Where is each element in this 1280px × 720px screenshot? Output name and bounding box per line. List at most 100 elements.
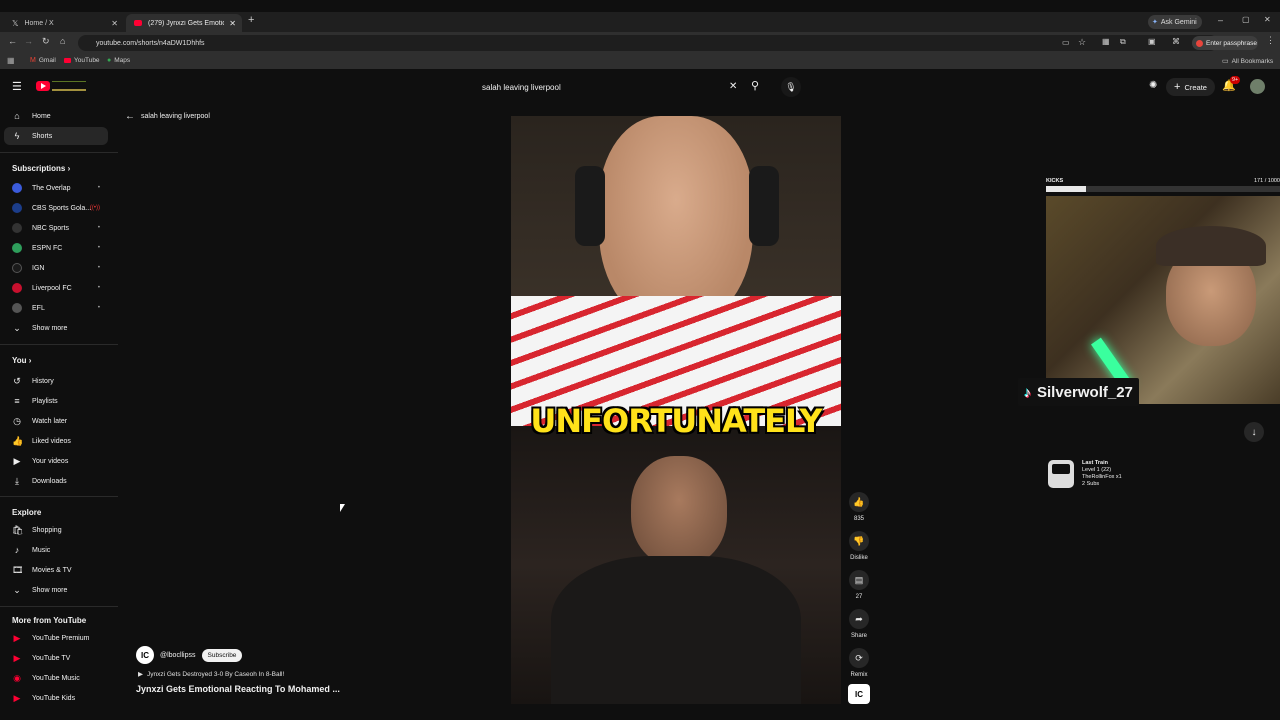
stream-overlay: KICKS 171 / 1000 — [1046, 178, 1280, 404]
related-video-link[interactable]: ▶ Jynxzi Gets Destroyed 3-0 By Caseoh In… — [138, 670, 284, 679]
create-button[interactable]: + Create — [1166, 78, 1215, 96]
home-browser-icon[interactable]: ⌂ — [60, 36, 65, 46]
divider — [0, 344, 118, 345]
gmail-icon: M — [30, 57, 36, 64]
browser-tab-x[interactable]: 𝕏 Home / X ✕ — [4, 14, 124, 32]
dislike-button[interactable]: 👎 Dislike — [848, 531, 870, 561]
close-tab-icon[interactable]: ✕ — [111, 19, 118, 28]
forward-icon[interactable]: → — [24, 36, 33, 46]
reload-icon[interactable]: ↻ — [42, 36, 50, 47]
share-button[interactable]: ➦ Share — [848, 609, 870, 639]
divider — [0, 606, 118, 607]
sidebar-item-label: NBC Sports — [32, 224, 69, 232]
sidebar-item-home[interactable]: ⌂ Home — [4, 107, 108, 125]
like-button[interactable]: 👍 835 — [848, 492, 870, 522]
remix-button[interactable]: ⟳ Remix — [848, 648, 870, 678]
close-window-button[interactable]: ✕ — [1264, 15, 1271, 24]
subscriptions-heading[interactable]: Subscriptions › — [12, 164, 70, 173]
profile-icon — [1196, 39, 1203, 47]
extension-icon[interactable]: ▦ — [1102, 37, 1110, 46]
sidebar-item-watch-later[interactable]: ◷ Watch later — [4, 412, 108, 430]
bookmark-star-icon[interactable]: ☆ — [1078, 37, 1086, 48]
bookmark-gmail[interactable]: M Gmail — [30, 57, 56, 64]
channel-avatar[interactable]: IC — [136, 646, 154, 664]
home-icon: ⌂ — [14, 111, 20, 121]
sound-channel-thumbnail[interactable]: IC — [848, 684, 870, 704]
browser-tab-youtube[interactable]: (279) Jynxzi Gets Emotional ✕ — [126, 14, 242, 32]
maximize-button[interactable]: ▢ — [1242, 15, 1250, 24]
yt-header: ☰ salah leaving liverpool ✕ ⚲ 🎙 ✺ + Crea… — [0, 72, 1280, 102]
sidebar-item-ytkids[interactable]: ▶ YouTube Kids — [4, 689, 108, 707]
breadcrumb[interactable]: ← salah leaving liverpool — [125, 111, 210, 122]
subscribe-button[interactable]: Subscribe — [201, 648, 243, 662]
channel-name[interactable]: @lbocllipss — [160, 652, 196, 659]
sidebar-item-channel[interactable]: ESPN FC • — [4, 239, 108, 257]
new-content-dot: • — [97, 185, 100, 191]
sidebar-item-premium[interactable]: ▶ YouTube Premium — [4, 629, 108, 647]
sidebar-item-downloads[interactable]: ⤓ Downloads — [4, 472, 108, 490]
sidebar-item-movies[interactable]: 🎞 Movies & TV — [4, 561, 108, 579]
minimize-button[interactable]: – — [1218, 15, 1223, 25]
plus-icon: + — [1174, 81, 1181, 93]
headphones-left — [575, 166, 605, 246]
browser-menu-icon[interactable]: ⋮ — [1266, 35, 1275, 46]
sidebar-item-channel[interactable]: EFL • — [4, 299, 108, 317]
history-icon: ↺ — [13, 375, 21, 386]
translate-icon[interactable]: ⌘ — [1172, 37, 1180, 46]
sidebar-item-history[interactable]: ↺ History — [4, 372, 108, 390]
all-bookmarks[interactable]: ▭ All Bookmarks — [1222, 57, 1274, 66]
short-video-player[interactable]: UNFORTUNATELY — [511, 116, 841, 704]
ask-gemini-button[interactable]: ✦ Ask Gemini — [1148, 15, 1202, 29]
back-icon[interactable]: ← — [8, 36, 17, 46]
show-more-button[interactable]: ⌄ Show more — [4, 581, 108, 599]
gear-ai-icon[interactable]: ✺ — [1149, 80, 1157, 91]
show-more-button[interactable]: ⌄ Show more — [4, 319, 108, 337]
film-icon: 🎞 — [12, 564, 24, 575]
sidebar-item-ytmusic[interactable]: ◉ YouTube Music — [4, 669, 108, 687]
next-short-button[interactable]: ↓ — [1244, 422, 1264, 442]
sidebar-item-label: Movies & TV — [32, 566, 72, 574]
sidebar-item-liked[interactable]: 👍 Liked videos — [4, 432, 108, 450]
search-icon[interactable]: ⚲ — [751, 79, 759, 92]
sidepanel-icon[interactable]: ▣ — [1148, 37, 1156, 46]
puzzle-icon[interactable]: ⧉ — [1120, 37, 1126, 47]
cast-icon[interactable]: ▭ — [1062, 38, 1070, 47]
bookmark-label: All Bookmarks — [1231, 57, 1274, 65]
sidebar-item-yttv[interactable]: ▶ YouTube TV — [4, 649, 108, 667]
you-heading[interactable]: You › — [12, 356, 31, 365]
sidebar-item-label: CBS Sports Gola... — [32, 204, 92, 212]
avatar[interactable] — [1250, 79, 1265, 94]
hamburger-menu-icon[interactable]: ☰ — [12, 80, 22, 93]
clear-search-icon[interactable]: ✕ — [729, 81, 737, 92]
youtube-logo[interactable] — [36, 81, 86, 91]
sidebar-item-channel[interactable]: The Overlap • — [4, 179, 108, 197]
sidebar-item-music[interactable]: ♪ Music — [4, 541, 108, 559]
comments-button[interactable]: ▤ 27 — [848, 570, 870, 600]
tiktok-username-tag: ♪ Silverwolf_27 — [1018, 378, 1139, 406]
sidebar-item-shorts[interactable]: ϟ Shorts — [4, 127, 108, 145]
mouse-cursor — [340, 504, 345, 512]
channel-row: IC @lbocllipss Subscribe — [136, 646, 243, 664]
passphrase-button[interactable]: Enter passphrase — [1192, 36, 1258, 50]
new-tab-button[interactable]: + — [248, 14, 254, 26]
youtube-tv-icon: ▶ — [13, 652, 21, 663]
cam-cap — [1156, 226, 1266, 266]
sidebar-item-your-videos[interactable]: ▶ Your videos — [4, 452, 108, 470]
stream-info-widget: Last Train Level 1 (22) TheRollinFox x1 … — [1048, 460, 1122, 488]
voice-search-icon[interactable]: 🎙 — [781, 77, 801, 97]
apps-grid-icon[interactable]: ▦ — [7, 56, 15, 65]
short-title[interactable]: Jynxzi Gets Emotional Reacting To Mohame… — [136, 684, 340, 694]
bookmark-youtube[interactable]: YouTube — [64, 57, 100, 64]
close-tab-icon[interactable]: ✕ — [229, 19, 236, 28]
sidebar-item-playlists[interactable]: ≡ Playlists — [4, 392, 108, 410]
channel-avatar — [12, 183, 22, 193]
sidebar-item-channel[interactable]: Liverpool FC • — [4, 279, 108, 297]
sidebar-item-shopping[interactable]: 🛍 Shopping — [4, 521, 108, 539]
sidebar-item-channel[interactable]: CBS Sports Gola... ((•)) — [4, 199, 108, 217]
browser-tab-bar: 𝕏 Home / X ✕ (279) Jynxzi Gets Emotional… — [0, 12, 1280, 32]
sidebar-item-channel[interactable]: NBC Sports • — [4, 219, 108, 237]
sidebar-item-channel[interactable]: IGN • — [4, 259, 108, 277]
address-bar[interactable]: youtube.com/shorts/n4aDW1Dhhfs ▭ ☆ ▦ ⧉ ▣… — [78, 35, 1218, 51]
bookmark-maps[interactable]: ● Maps — [107, 57, 130, 64]
video-icon: ▶ — [13, 455, 21, 466]
